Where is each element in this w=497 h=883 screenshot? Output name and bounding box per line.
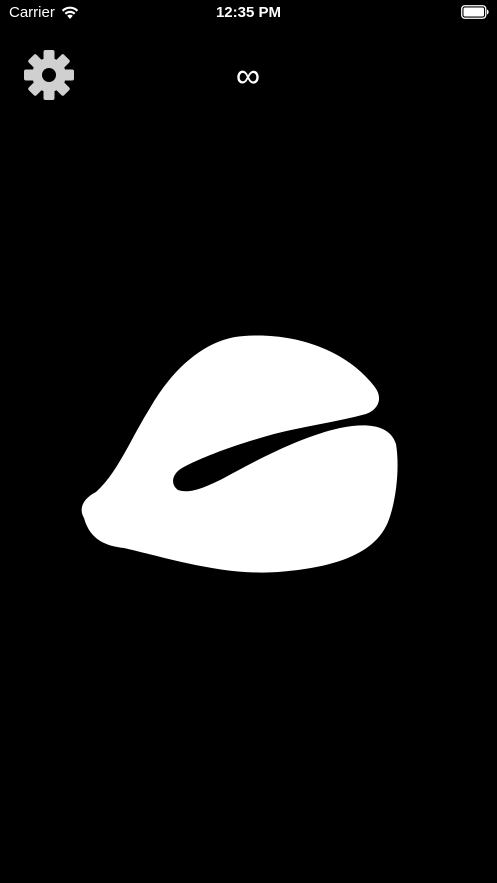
status-time: 12:35 PM <box>215 4 282 21</box>
gear-icon <box>24 50 74 100</box>
settings-button[interactable] <box>22 48 76 102</box>
battery-icon <box>461 5 489 19</box>
status-bar: Carrier 12:35 PM <box>0 0 497 26</box>
counter-label: ∞ <box>235 57 261 95</box>
white-blob-shape[interactable] <box>78 332 402 578</box>
